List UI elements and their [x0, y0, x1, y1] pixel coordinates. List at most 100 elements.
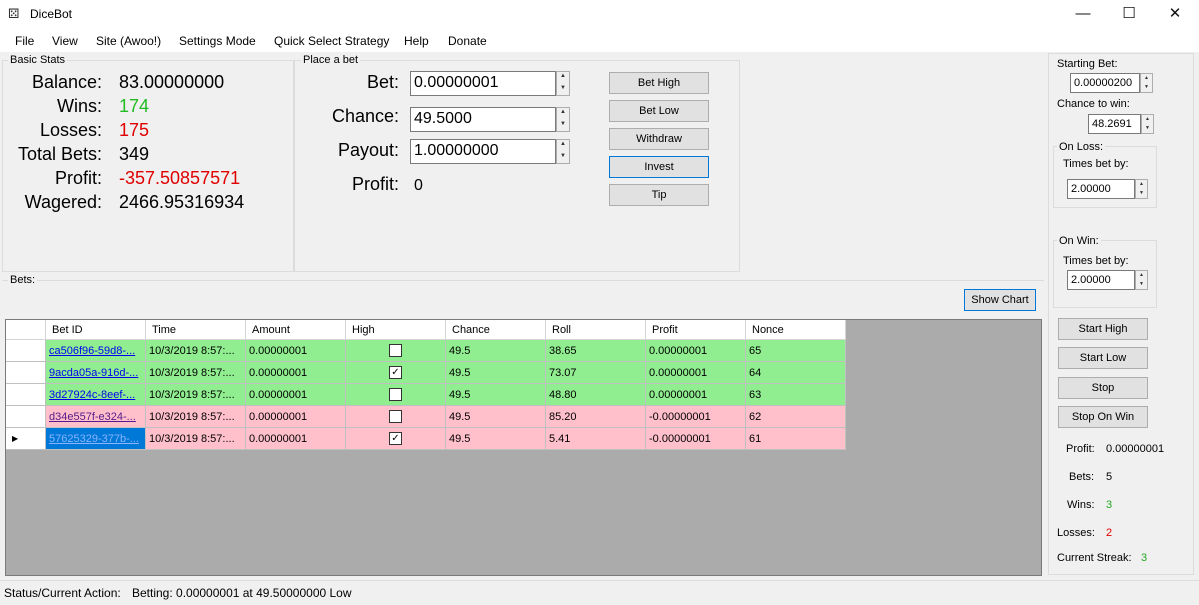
spin-up-icon[interactable]: ▲	[557, 72, 569, 84]
bet-id-cell[interactable]: 9acda05a-916d-...	[46, 362, 146, 384]
bet-id-cell[interactable]: ca506f96-59d8-...	[46, 340, 146, 362]
bet-id-link[interactable]: ca506f96-59d8-...	[49, 345, 135, 357]
on-win-times-label: Times bet by:	[1063, 255, 1129, 267]
spin-down-icon[interactable]: ▼	[1142, 124, 1153, 133]
menu-file[interactable]: File	[15, 34, 34, 48]
payout-spinner[interactable]: ▲ ▼	[556, 139, 570, 164]
chance-label: Chance:	[331, 106, 399, 126]
stop-button[interactable]: Stop	[1058, 377, 1148, 399]
amount-cell: 0.00000001	[246, 406, 346, 428]
spin-up-icon[interactable]: ▲	[1141, 74, 1152, 83]
table-row[interactable]: 3d27924c-8eef-... 10/3/2019 8:57:... 0.0…	[6, 384, 846, 406]
menu-settings-mode[interactable]: Settings Mode	[179, 34, 256, 48]
table-row[interactable]: ca506f96-59d8-... 10/3/2019 8:57:... 0.0…	[6, 340, 846, 362]
roll-cell: 48.80	[546, 384, 646, 406]
bet-id-link[interactable]: 9acda05a-916d-...	[49, 367, 138, 379]
high-checkbox[interactable]	[389, 388, 402, 401]
payout-input[interactable]: 1.00000000	[410, 139, 556, 164]
stop-on-win-button[interactable]: Stop On Win	[1058, 406, 1148, 428]
column-header-time[interactable]: Time	[146, 320, 246, 340]
chance-cell: 49.5	[446, 406, 546, 428]
bet-low-button[interactable]: Bet Low	[609, 100, 709, 122]
starting-bet-label: Starting Bet:	[1057, 58, 1118, 70]
spin-up-icon[interactable]: ▲	[557, 140, 569, 152]
spin-up-icon[interactable]: ▲	[1136, 271, 1147, 280]
menu-help[interactable]: Help	[404, 34, 429, 48]
spin-down-icon[interactable]: ▼	[1141, 83, 1152, 92]
spin-down-icon[interactable]: ▼	[1136, 280, 1147, 289]
profit-cell: 0.00000001	[646, 362, 746, 384]
show-chart-button[interactable]: Show Chart	[964, 289, 1036, 311]
session-profit-value: 0.00000001	[1106, 443, 1165, 455]
time-cell: 10/3/2019 8:57:...	[146, 406, 246, 428]
high-checkbox[interactable]	[389, 344, 402, 357]
row-header[interactable]	[6, 340, 46, 362]
dice-icon: ⚄	[8, 6, 20, 21]
menu-site[interactable]: Site (Awoo!)	[96, 34, 161, 48]
session-wins-value: 3	[1106, 499, 1113, 511]
spin-up-icon[interactable]: ▲	[1136, 180, 1147, 189]
column-header-bet-id[interactable]: Bet ID	[46, 320, 146, 340]
spin-down-icon[interactable]: ▼	[1136, 189, 1147, 198]
starting-bet-input[interactable]: 0.00000200	[1070, 73, 1140, 93]
on-win-multiplier-input[interactable]: 2.00000	[1067, 270, 1135, 290]
row-header[interactable]	[6, 362, 46, 384]
high-checkbox[interactable]	[389, 410, 402, 423]
column-header-profit[interactable]: Profit	[646, 320, 746, 340]
column-header-amount[interactable]: Amount	[246, 320, 346, 340]
bet-id-cell[interactable]: 3d27924c-8eef-...	[46, 384, 146, 406]
minimize-button[interactable]: —	[1060, 0, 1106, 30]
bet-amount-input[interactable]: 0.00000001	[410, 71, 556, 96]
status-bar: Status/Current Action: Betting: 0.000000…	[0, 580, 1199, 605]
on-win-multiplier-spinner[interactable]: ▲ ▼	[1135, 270, 1148, 290]
spin-up-icon[interactable]: ▲	[557, 108, 569, 120]
bet-id-link[interactable]: 57625329-377b-...	[49, 433, 139, 445]
bet-id-link[interactable]: d34e557f-e324-...	[49, 411, 136, 423]
high-checkbox[interactable]: ✓	[389, 366, 402, 379]
bets-title: Bets:	[8, 274, 38, 286]
spin-down-icon[interactable]: ▼	[557, 152, 569, 164]
table-row[interactable]: ▶ 57625329-377b-... 10/3/2019 8:57:... 0…	[6, 428, 846, 450]
profit-label: Profit:	[54, 168, 102, 188]
column-header-nonce[interactable]: Nonce	[746, 320, 846, 340]
start-high-button[interactable]: Start High	[1058, 318, 1148, 340]
row-header[interactable]	[6, 384, 46, 406]
close-button[interactable]: ✕	[1152, 0, 1198, 30]
bet-amount-spinner[interactable]: ▲ ▼	[556, 71, 570, 96]
roll-cell: 85.20	[546, 406, 646, 428]
maximize-button[interactable]: ☐	[1106, 0, 1152, 30]
high-checkbox[interactable]: ✓	[389, 432, 402, 445]
nonce-cell: 65	[746, 340, 846, 362]
bet-high-button[interactable]: Bet High	[609, 72, 709, 94]
bet-id-cell-selected[interactable]: 57625329-377b-...	[46, 428, 146, 450]
spin-down-icon[interactable]: ▼	[557, 84, 569, 96]
menu-quick-select-strategy[interactable]: Quick Select Strategy	[274, 34, 389, 48]
bet-id-link[interactable]: 3d27924c-8eef-...	[49, 389, 135, 401]
column-header-high[interactable]: High	[346, 320, 446, 340]
bet-id-cell[interactable]: d34e557f-e324-...	[46, 406, 146, 428]
on-loss-multiplier-spinner[interactable]: ▲ ▼	[1135, 179, 1148, 199]
row-header[interactable]	[6, 406, 46, 428]
chance-input[interactable]: 49.5000	[410, 107, 556, 132]
chance-spinner[interactable]: ▲ ▼	[556, 107, 570, 132]
bet-profit-value: 0	[414, 177, 423, 194]
starting-bet-spinner[interactable]: ▲ ▼	[1140, 73, 1153, 93]
column-header-chance[interactable]: Chance	[446, 320, 546, 340]
chance-to-win-input[interactable]: 48.2691	[1088, 114, 1141, 134]
chance-to-win-spinner[interactable]: ▲ ▼	[1141, 114, 1154, 134]
on-loss-multiplier-input[interactable]: 2.00000	[1067, 179, 1135, 199]
profit-cell: -0.00000001	[646, 406, 746, 428]
menu-view[interactable]: View	[52, 34, 78, 48]
table-row[interactable]: d34e557f-e324-... 10/3/2019 8:57:... 0.0…	[6, 406, 846, 428]
current-row-arrow-icon[interactable]: ▶	[6, 428, 46, 450]
column-header-roll[interactable]: Roll	[546, 320, 646, 340]
table-row[interactable]: 9acda05a-916d-... 10/3/2019 8:57:... 0.0…	[6, 362, 846, 384]
invest-button[interactable]: Invest	[609, 156, 709, 178]
bets-grid[interactable]: Bet ID Time Amount High Chance Roll Prof…	[5, 319, 1042, 576]
withdraw-button[interactable]: Withdraw	[609, 128, 709, 150]
menu-donate[interactable]: Donate	[448, 34, 487, 48]
tip-button[interactable]: Tip	[609, 184, 709, 206]
spin-up-icon[interactable]: ▲	[1142, 115, 1153, 124]
start-low-button[interactable]: Start Low	[1058, 347, 1148, 369]
spin-down-icon[interactable]: ▼	[557, 120, 569, 132]
